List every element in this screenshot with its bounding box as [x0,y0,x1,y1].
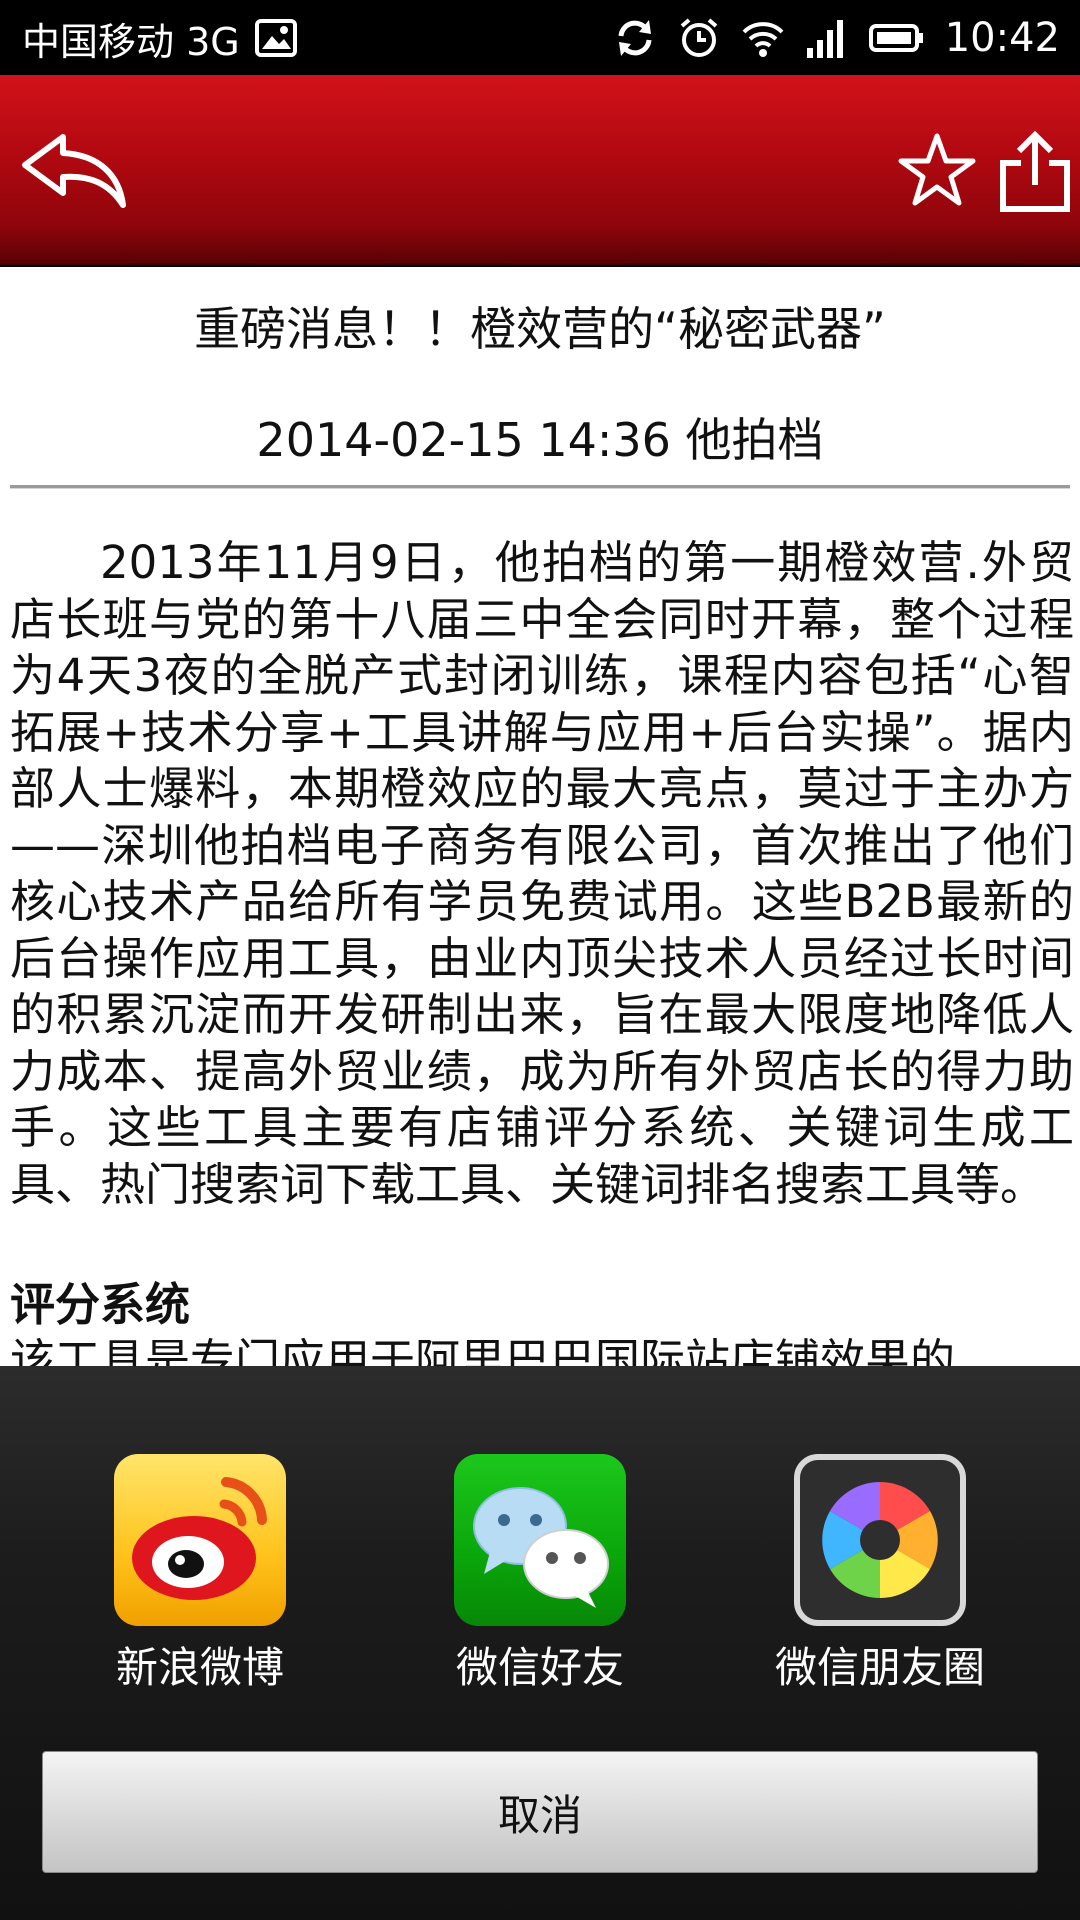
divider [10,485,1070,489]
article: 重磅消息！！橙效营的“秘密武器” 2014-02-15 14:36 他拍档 20… [0,267,1080,1367]
share-weibo-label: 新浪微博 [115,1643,284,1692]
share-moments-label: 微信朋友圈 [774,1643,985,1692]
share-wechat-label: 微信好友 [455,1643,624,1692]
article-body: 2013年11月9日，他拍档的第一期橙效营.外贸店长班与党的第十八届三中全会同时… [10,536,1074,1211]
toolbar [0,75,1080,265]
share-button[interactable] [980,123,1080,223]
moments-icon [794,1454,966,1626]
alarm-icon [677,16,721,60]
star-icon [897,131,977,215]
signal-icon [805,16,849,60]
favorite-button[interactable] [882,123,992,223]
back-button[interactable] [18,123,128,223]
wechat-icon [454,1454,626,1626]
share-moments-button[interactable]: 微信朋友圈 [760,1454,1000,1694]
carrier-label: 中国移动 3G [22,19,240,64]
sync-icon [613,16,657,60]
share-wechat-button[interactable]: 微信好友 [420,1454,660,1694]
cancel-button[interactable]: 取消 [42,1751,1038,1873]
article-continued-text: 该工具是专门应用于阿里巴巴国际站店铺效果的 [10,1334,956,1367]
status-bar: 中国移动 3G 10:42 [0,0,1080,75]
article-title: 重磅消息！！橙效营的“秘密武器” [194,302,886,356]
section-heading: 评分系统 [10,1278,191,1331]
share-upload-icon [995,129,1075,217]
back-arrow-icon [19,131,127,215]
share-sheet: 新浪微博 微信好友 微信朋友圈 取消 [0,1366,1080,1920]
article-meta: 2014-02-15 14:36 他拍档 [256,413,824,467]
image-icon [254,16,298,60]
clock: 10:42 [944,15,1060,61]
battery-icon [868,16,925,60]
wifi-icon [741,16,785,60]
share-weibo-button[interactable]: 新浪微博 [80,1454,320,1694]
weibo-icon [114,1454,286,1626]
